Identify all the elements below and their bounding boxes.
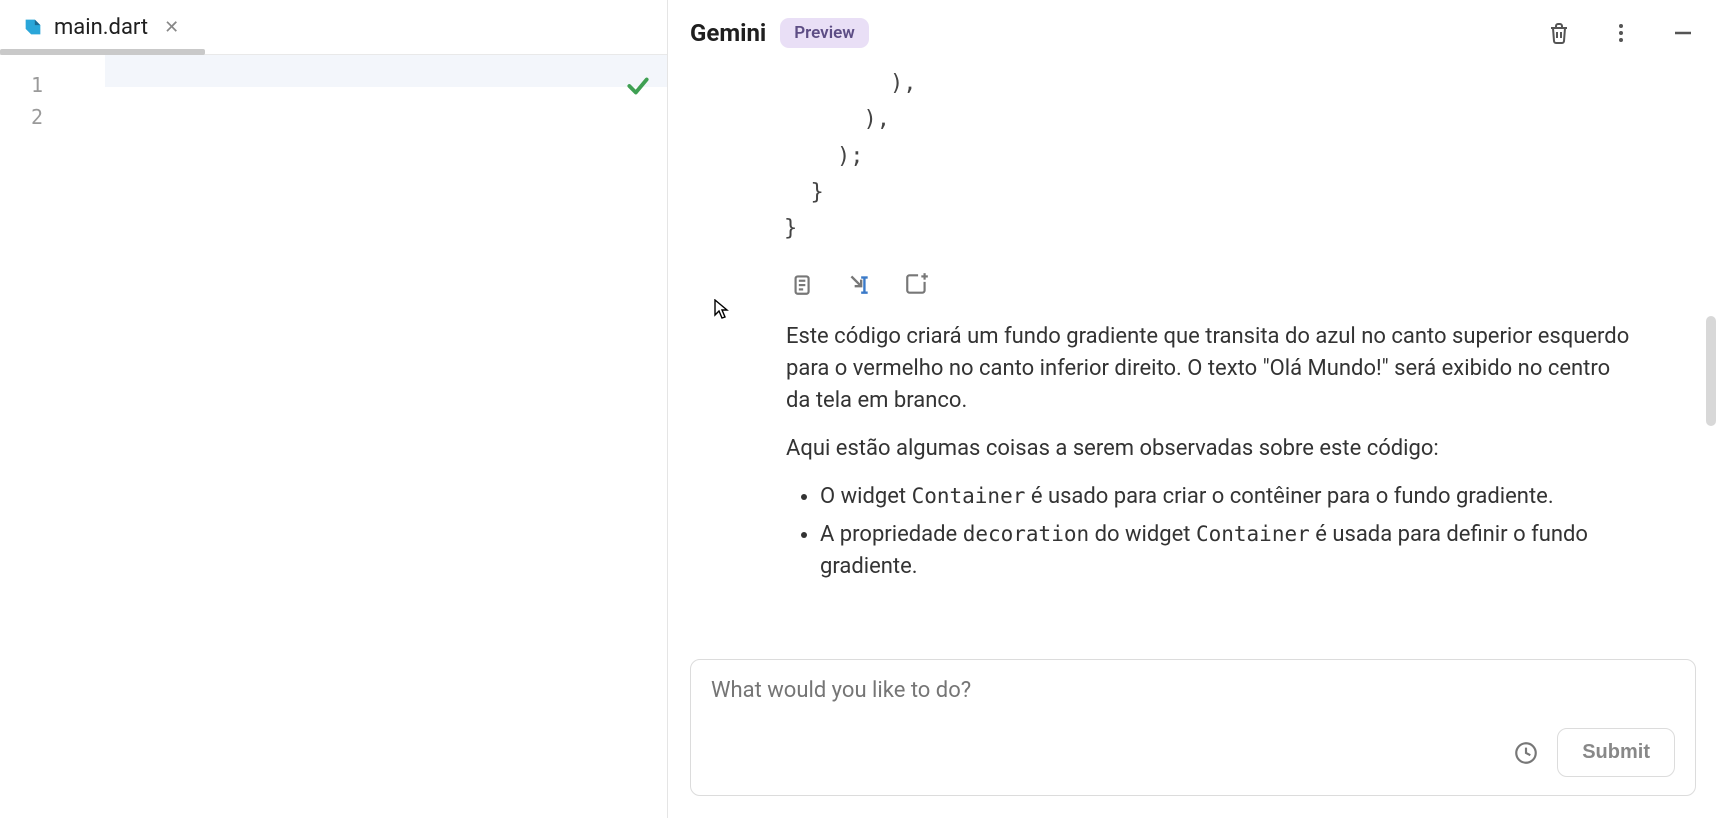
tab-bar: main.dart ✕	[0, 0, 667, 55]
inline-code: Container	[1196, 522, 1310, 546]
editor-body[interactable]: 1 2	[0, 55, 667, 818]
scrollbar-thumb[interactable]	[1706, 316, 1716, 426]
code-response-tail: ), ), ); } }	[694, 66, 1692, 247]
prompt-input-box[interactable]: Submit	[690, 659, 1696, 796]
prompt-textarea[interactable]	[711, 678, 1675, 728]
input-bottom-row: Submit	[711, 728, 1675, 777]
analysis-ok-icon	[625, 73, 651, 106]
input-row: Submit	[668, 649, 1718, 818]
file-tab-main-dart[interactable]: main.dart ✕	[0, 0, 207, 54]
list-item: A propriedade decoration do widget Conta…	[820, 519, 1636, 583]
code-actions-row	[694, 261, 1692, 321]
copy-code-icon[interactable]	[786, 269, 816, 299]
line-number-gutter: 1 2	[0, 55, 55, 818]
insert-code-icon[interactable]	[844, 269, 874, 299]
app-root: main.dart ✕ 1 2 Gemini	[0, 0, 1718, 818]
gemini-title: Gemini	[690, 19, 766, 47]
list-item: O widget Container é usado para criar o …	[820, 481, 1636, 513]
minimize-icon[interactable]	[1670, 20, 1696, 46]
history-icon[interactable]	[1513, 740, 1539, 766]
code-area[interactable]	[55, 55, 667, 818]
preview-badge: Preview	[780, 18, 869, 48]
assistant-list: O widget Container é usado para criar o …	[786, 481, 1636, 583]
chat-scroll-area[interactable]: ), ), ); } } Este código criará um fundo…	[668, 66, 1718, 649]
open-new-icon[interactable]	[902, 269, 932, 299]
assistant-message: Este código criará um fundo gradiente qu…	[694, 321, 1692, 582]
more-options-icon[interactable]	[1608, 20, 1634, 46]
close-tab-icon[interactable]: ✕	[158, 17, 185, 38]
inline-code: Container	[912, 484, 1026, 508]
assistant-paragraph: Este código criará um fundo gradiente qu…	[786, 321, 1636, 417]
assistant-paragraph: Aqui estão algumas coisas a serem observ…	[786, 433, 1636, 465]
gemini-header: Gemini Preview	[668, 0, 1718, 66]
gemini-panel: Gemini Preview ), ), ); } }	[668, 0, 1718, 818]
trash-icon[interactable]	[1546, 20, 1572, 46]
editor-panel: main.dart ✕ 1 2	[0, 0, 668, 818]
dart-file-icon	[22, 16, 44, 38]
inline-code: decoration	[963, 522, 1089, 546]
line-number: 2	[0, 101, 55, 133]
code-line[interactable]	[105, 87, 667, 119]
code-line[interactable]	[105, 55, 667, 87]
submit-button[interactable]: Submit	[1557, 728, 1675, 777]
line-number: 1	[0, 69, 55, 101]
file-tab-label: main.dart	[54, 15, 148, 40]
